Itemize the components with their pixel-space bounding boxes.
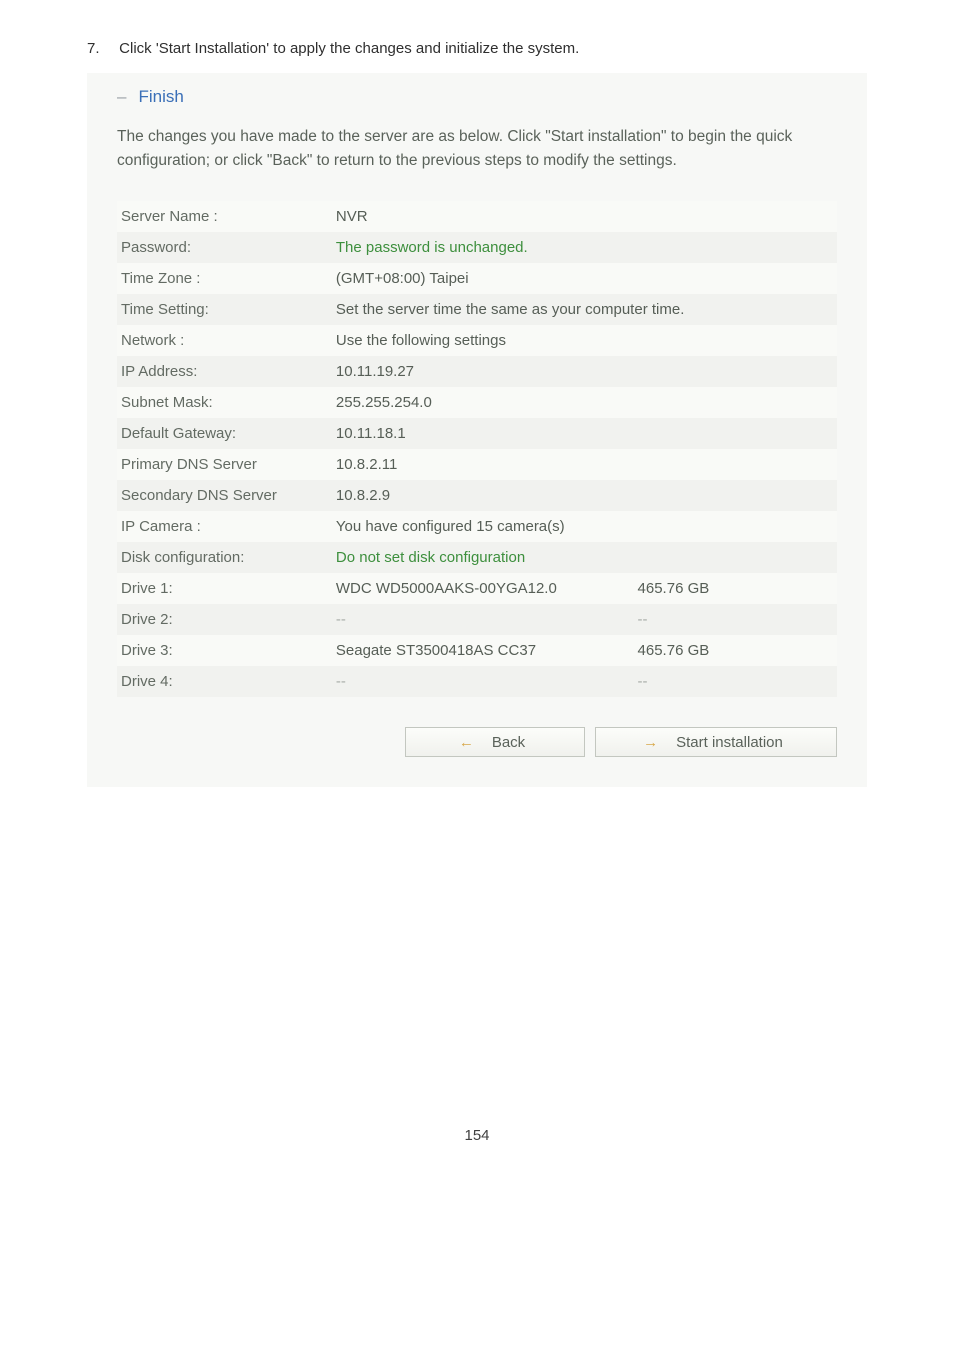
- drive3-model: Seagate ST3500418AS CC37: [332, 635, 634, 666]
- button-row: ← Back → Start installation: [117, 727, 837, 757]
- drive3-size: 465.76 GB: [634, 635, 837, 666]
- start-button-label: Start installation: [676, 734, 783, 751]
- drive4-label: Drive 4:: [117, 666, 332, 697]
- drive4-size: --: [634, 666, 837, 697]
- timezone-label: Time Zone :: [117, 263, 332, 294]
- drive2-model: --: [332, 604, 634, 635]
- arrow-right-icon: →: [643, 735, 658, 750]
- table-row: Secondary DNS Server 10.8.2.9: [117, 480, 837, 511]
- table-row: Default Gateway: 10.11.18.1: [117, 418, 837, 449]
- finish-header: – Finish: [117, 87, 837, 107]
- table-row: Drive 1: WDC WD5000AAKS-00YGA12.0 465.76…: [117, 573, 837, 604]
- dns1-value: 10.8.2.11: [332, 449, 837, 480]
- table-row: Drive 2: -- --: [117, 604, 837, 635]
- drive1-model: WDC WD5000AAKS-00YGA12.0: [332, 573, 634, 604]
- instruction-line: 7. Click 'Start Installation' to apply t…: [87, 40, 867, 57]
- finish-header-label: Finish: [138, 87, 183, 107]
- page-number: 154: [87, 1127, 867, 1144]
- table-row: IP Camera : You have configured 15 camer…: [117, 511, 837, 542]
- start-installation-button[interactable]: → Start installation: [595, 727, 837, 757]
- gateway-value: 10.11.18.1: [332, 418, 837, 449]
- server-name-label: Server Name :: [117, 201, 332, 232]
- disk-value: Do not set disk configuration: [332, 542, 837, 573]
- table-row: Subnet Mask: 255.255.254.0: [117, 387, 837, 418]
- table-row: IP Address: 10.11.19.27: [117, 356, 837, 387]
- password-value: The password is unchanged.: [332, 232, 837, 263]
- table-row: Server Name : NVR: [117, 201, 837, 232]
- table-row: Password: The password is unchanged.: [117, 232, 837, 263]
- timesetting-value: Set the server time the same as your com…: [332, 294, 837, 325]
- network-label: Network :: [117, 325, 332, 356]
- table-row: Drive 3: Seagate ST3500418AS CC37 465.76…: [117, 635, 837, 666]
- timesetting-label: Time Setting:: [117, 294, 332, 325]
- drive4-model: --: [332, 666, 634, 697]
- arrow-left-icon: ←: [459, 735, 474, 750]
- ipcam-value: You have configured 15 camera(s): [332, 511, 837, 542]
- back-button[interactable]: ← Back: [405, 727, 585, 757]
- drive1-size: 465.76 GB: [634, 573, 837, 604]
- drive2-label: Drive 2:: [117, 604, 332, 635]
- table-row: Network : Use the following settings: [117, 325, 837, 356]
- table-row: Time Setting: Set the server time the sa…: [117, 294, 837, 325]
- dns2-value: 10.8.2.9: [332, 480, 837, 511]
- dns2-label: Secondary DNS Server: [117, 480, 332, 511]
- gateway-label: Default Gateway:: [117, 418, 332, 449]
- subnet-value: 255.255.254.0: [332, 387, 837, 418]
- subnet-label: Subnet Mask:: [117, 387, 332, 418]
- ipcam-label: IP Camera :: [117, 511, 332, 542]
- ip-value: 10.11.19.27: [332, 356, 837, 387]
- table-row: Primary DNS Server 10.8.2.11: [117, 449, 837, 480]
- dns1-label: Primary DNS Server: [117, 449, 332, 480]
- collapse-dash-icon: –: [117, 87, 126, 107]
- timezone-value: (GMT+08:00) Taipei: [332, 263, 837, 294]
- drive3-label: Drive 3:: [117, 635, 332, 666]
- disk-label: Disk configuration:: [117, 542, 332, 573]
- password-label: Password:: [117, 232, 332, 263]
- table-row: Disk configuration: Do not set disk conf…: [117, 542, 837, 573]
- network-value: Use the following settings: [332, 325, 837, 356]
- ip-label: IP Address:: [117, 356, 332, 387]
- table-row: Time Zone : (GMT+08:00) Taipei: [117, 263, 837, 294]
- finish-panel: – Finish The changes you have made to th…: [87, 73, 867, 787]
- intro-paragraph: The changes you have made to the server …: [117, 125, 837, 173]
- drive1-label: Drive 1:: [117, 573, 332, 604]
- instruction-text: Click 'Start Installation' to apply the …: [119, 40, 579, 57]
- server-name-value: NVR: [332, 201, 837, 232]
- summary-table: Server Name : NVR Password: The password…: [117, 201, 837, 697]
- table-row: Drive 4: -- --: [117, 666, 837, 697]
- drive2-size: --: [634, 604, 837, 635]
- back-button-label: Back: [492, 734, 525, 751]
- instruction-number: 7.: [87, 40, 115, 57]
